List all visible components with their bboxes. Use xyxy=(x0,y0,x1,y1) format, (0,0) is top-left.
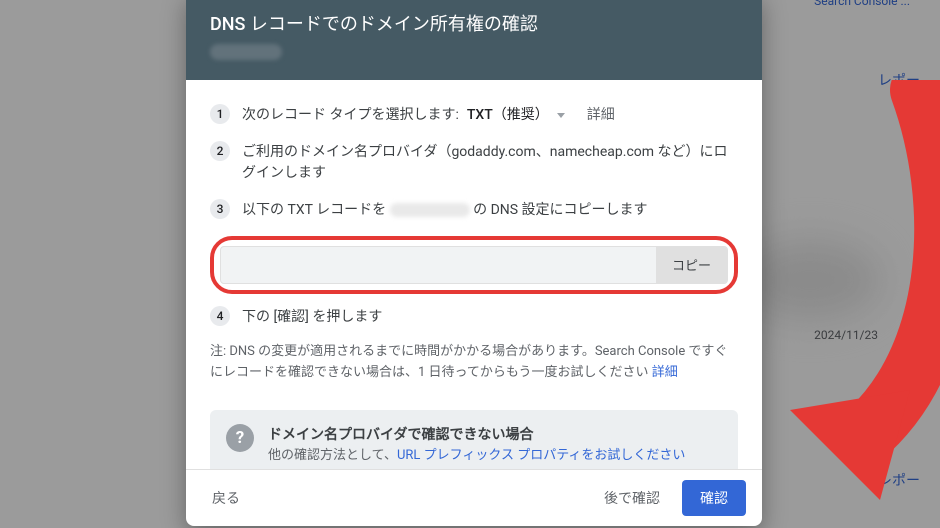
copy-button[interactable]: コピー xyxy=(656,247,727,283)
dialog-footer: 戻る 後で確認 確認 xyxy=(186,469,762,526)
txt-record-field: コピー xyxy=(220,246,728,284)
step1-label: 次のレコード タイプを選択します: xyxy=(242,105,459,127)
step-number: 1 xyxy=(210,104,230,124)
help-url-prefix-link[interactable]: URL プレフィックス プロパティをお試しください xyxy=(397,448,685,463)
step3-domain-redacted xyxy=(390,203,470,217)
step-number: 2 xyxy=(210,141,230,161)
step-4: 4 下の [確認] を押します xyxy=(210,306,738,329)
question-icon: ? xyxy=(226,424,254,452)
dialog-header: DNS レコードでのドメイン所有権の確認 xyxy=(186,0,762,80)
record-type-dropdown[interactable]: TXT（推奨） xyxy=(467,105,565,127)
step2-text: ご利用のドメイン名プロバイダ（godaddy.com、namecheap.com… xyxy=(242,141,738,185)
step-1: 1 次のレコード タイプを選択します: TXT（推奨） 詳細 xyxy=(210,104,738,127)
step-number: 4 xyxy=(210,306,230,326)
dialog-title: DNS レコードでのドメイン所有権の確認 xyxy=(210,10,738,36)
verify-button[interactable]: 確認 xyxy=(682,480,746,516)
step3-text-a: 以下の TXT レコードを xyxy=(242,202,390,218)
chevron-down-icon xyxy=(557,113,565,118)
step-number: 3 xyxy=(210,199,230,219)
step1-detail-link[interactable]: 詳細 xyxy=(587,105,615,127)
dns-note-text: 注: DNS の変更が適用されるまでに時間がかかる場合があります。Search … xyxy=(210,344,727,380)
step3-text-b: の DNS 設定にコピーします xyxy=(473,202,647,218)
step-3: 3 以下の TXT レコードを の DNS 設定にコピーします xyxy=(210,199,738,222)
dialog-content: 1 次のレコード タイプを選択します: TXT（推奨） 詳細 2 ご利用のドメイ… xyxy=(186,80,762,469)
txt-record-input[interactable] xyxy=(221,257,656,272)
help-body-text: 他の確認方法として、 xyxy=(268,448,397,463)
dns-note-link[interactable]: 詳細 xyxy=(652,365,678,380)
annotation-highlight: コピー xyxy=(210,236,738,294)
back-button[interactable]: 戻る xyxy=(202,480,250,516)
verify-domain-dialog: DNS レコードでのドメイン所有権の確認 1 次のレコード タイプを選択します:… xyxy=(186,0,762,526)
step-2: 2 ご利用のドメイン名プロバイダ（godaddy.com、namecheap.c… xyxy=(210,141,738,185)
verify-later-button[interactable]: 後で確認 xyxy=(594,480,670,516)
step4-text: 下の [確認] を押します xyxy=(242,306,738,329)
help-panel: ? ドメイン名プロバイダで確認できない場合 他の確認方法として、URL プレフィ… xyxy=(210,410,738,469)
record-type-value: TXT（推奨） xyxy=(467,105,549,127)
dns-note: 注: DNS の変更が適用されるまでに時間がかかる場合があります。Search … xyxy=(210,342,738,384)
help-title: ドメイン名プロバイダで確認できない場合 xyxy=(268,424,685,444)
dialog-domain-redacted xyxy=(210,44,282,60)
